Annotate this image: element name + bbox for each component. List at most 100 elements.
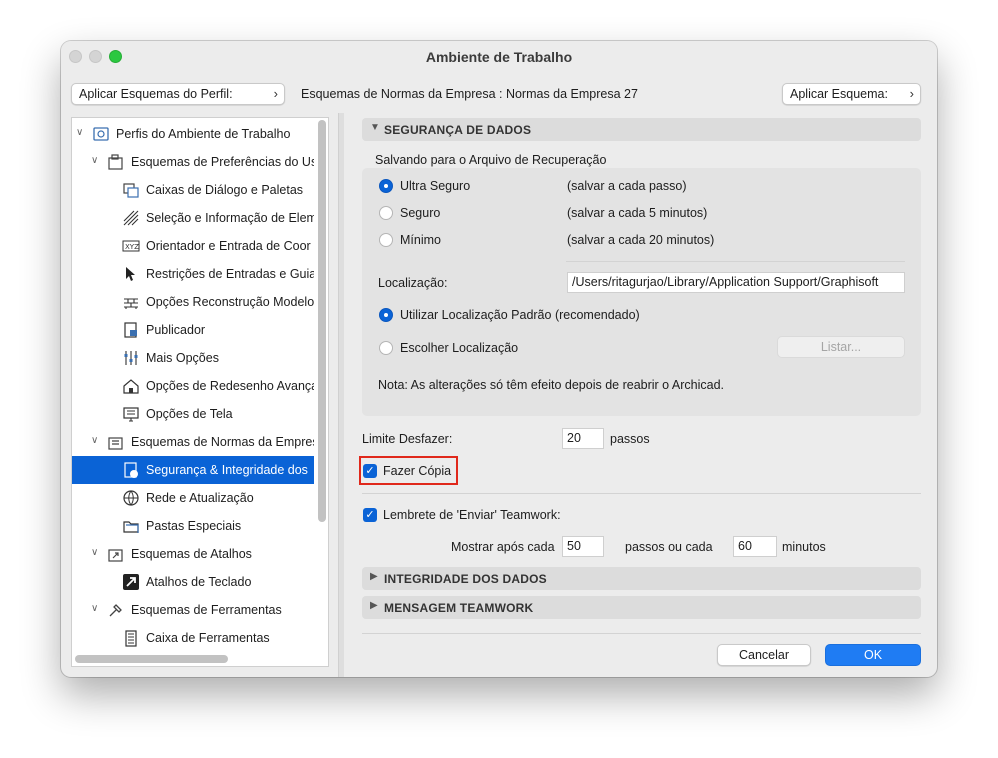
tree-item[interactable]: Publicador	[72, 316, 314, 344]
tree-item-label: Opções de Tela	[146, 407, 233, 421]
browse-button[interactable]: Listar...	[777, 336, 905, 358]
chevron-down-icon[interactable]: ∨	[91, 155, 101, 166]
data-safety-title: SEGURANÇA DE DADOS	[384, 123, 532, 137]
tree-item[interactable]: Segurança & Integridade dos	[72, 456, 314, 484]
tree-item[interactable]: Atalhos de Teclado	[72, 568, 314, 596]
default-location-label: Utilizar Localização Padrão (recomendado…	[400, 308, 640, 322]
cancel-button[interactable]: Cancelar	[717, 644, 811, 666]
tree-item[interactable]: Rede e Atualização	[72, 484, 314, 512]
tree-vertical-scrollbar[interactable]	[318, 120, 326, 522]
tree-item[interactable]: ∨ Perfis do Ambiente de Trabalho	[72, 120, 314, 148]
data-integrity-title: INTEGRIDADE DOS DADOS	[384, 572, 547, 586]
tree-item[interactable]: Caixa de Ferramentas	[72, 624, 314, 652]
teamwork-message-title: MENSAGEM TEAMWORK	[384, 601, 534, 615]
company-schemes-label: Esquemas de Normas da Empresa : Normas d…	[301, 87, 638, 101]
ok-button[interactable]: OK	[825, 644, 921, 666]
location-path-field[interactable]: /Users/ritagurjao/Library/Application Su…	[567, 272, 905, 293]
show-after-label: Mostrar após cada	[451, 540, 555, 554]
title-bar: Ambiente de Trabalho	[61, 41, 937, 73]
selection-icon	[122, 209, 140, 227]
tree-item-label: Esquemas de Preferências do Us	[131, 155, 314, 169]
tree-item-label: Opções de Redesenho Avança	[146, 379, 314, 393]
apply-profile-schemes-button[interactable]: Aplicar Esquemas do Perfil: ›	[71, 83, 285, 105]
choose-location-radio[interactable]	[379, 341, 393, 355]
tree-item[interactable]: ∨ Esquemas de Preferências do Us	[72, 148, 314, 176]
tree-item[interactable]: Seleção e Informação de Elem	[72, 204, 314, 232]
teamwork-message-section-header[interactable]: ▶ MENSAGEM TEAMWORK	[362, 596, 921, 619]
ultra-safe-radio[interactable]	[379, 179, 393, 193]
chevron-down-icon[interactable]: ∨	[76, 127, 86, 138]
tree-item[interactable]: ∨ Esquemas de Ferramentas	[72, 596, 314, 624]
folders-icon	[122, 517, 140, 535]
teamwork-reminder-checkbox[interactable]: ✓	[363, 508, 377, 522]
tree-item-label: Restrições de Entradas e Guia	[146, 267, 314, 281]
chevron-down-icon[interactable]: ∨	[91, 603, 101, 614]
tree-item-label: Esquemas de Normas da Empres	[131, 435, 314, 449]
shortcut-arrow-icon	[122, 573, 140, 591]
make-backup-checkbox[interactable]: ✓	[363, 464, 377, 478]
tree-item-label: Publicador	[146, 323, 206, 337]
tree-item[interactable]: Restrições de Entradas e Guia	[72, 260, 314, 288]
ultra-safe-label: Ultra Seguro	[400, 179, 471, 193]
safe-radio[interactable]	[379, 206, 393, 220]
profile-icon	[92, 125, 110, 143]
tree-item-label: Perfis do Ambiente de Trabalho	[116, 127, 291, 141]
tree-item[interactable]: Opções de Redesenho Avança	[72, 372, 314, 400]
safe-description: (salvar a cada 5 minutos)	[567, 206, 708, 220]
chevron-down-icon[interactable]: ∨	[91, 435, 101, 446]
undo-limit-field[interactable]: 20	[562, 428, 604, 449]
window-title: Ambiente de Trabalho	[425, 49, 573, 65]
teamwork-steps-field[interactable]: 50	[562, 536, 604, 557]
disclosure-collapsed-icon: ▶	[370, 571, 378, 582]
house-icon	[122, 377, 140, 395]
tree-horizontal-scrollbar[interactable]	[75, 655, 228, 663]
teamwork-reminder-label: Lembrete de 'Enviar' Teamwork:	[383, 508, 561, 522]
saving-to-recovery-label: Salvando para o Arquivo de Recuperação	[375, 153, 607, 167]
restart-note: Nota: As alterações só têm efeito depois…	[378, 378, 725, 392]
minimum-radio[interactable]	[379, 233, 393, 247]
choose-location-label: Escolher Localização	[400, 341, 519, 355]
globe-icon	[122, 489, 140, 507]
tree-item-label: Esquemas de Ferramentas	[131, 603, 282, 617]
apply-profile-schemes-label: Aplicar Esquemas do Perfil:	[79, 87, 233, 101]
tree-item[interactable]: XYZ Orientador e Entrada de Coor	[72, 232, 314, 260]
sliders-icon	[122, 349, 140, 367]
safe-label: Seguro	[400, 206, 441, 220]
tree-item-label: Orientador e Entrada de Coor	[146, 239, 311, 253]
disclosure-expanded-icon: ▼	[370, 122, 380, 133]
tree-item[interactable]: ∨ Esquemas de Normas da Empres	[72, 428, 314, 456]
divider	[362, 633, 921, 634]
scheme-tree[interactable]: ∨ Perfis do Ambiente de Trabalho ∨ Esquemas…	[71, 117, 329, 667]
tree-item[interactable]: Mais Opções	[72, 344, 314, 372]
apply-scheme-label: Aplicar Esquema:	[790, 87, 888, 101]
apply-scheme-button[interactable]: Aplicar Esquema: ›	[782, 83, 921, 105]
divider	[566, 261, 905, 262]
default-location-radio[interactable]	[379, 308, 393, 322]
data-safety-section-header[interactable]: ▼ SEGURANÇA DE DADOS	[362, 118, 921, 141]
tree-item[interactable]: Caixas de Diálogo e Paletas	[72, 176, 314, 204]
disclosure-collapsed-icon: ▶	[370, 600, 378, 611]
panel-splitter[interactable]	[338, 113, 344, 677]
minimum-label: Mínimo	[400, 233, 441, 247]
steps-or-label: passos ou cada	[625, 540, 713, 554]
chevron-down-icon[interactable]: ∨	[91, 547, 101, 558]
bricks-icon	[122, 293, 140, 311]
prefs-scheme-icon	[107, 153, 125, 171]
undo-steps-unit: passos	[610, 432, 650, 446]
make-backup-label: Fazer Cópia	[383, 464, 452, 478]
cursor-icon	[122, 265, 140, 283]
divider	[362, 493, 921, 494]
location-label: Localização:	[378, 276, 448, 290]
tree-item[interactable]: Opções de Tela	[72, 400, 314, 428]
data-integrity-section-header[interactable]: ▶ INTEGRIDADE DOS DADOS	[362, 567, 921, 590]
tree-item[interactable]: ∨ Esquemas de Atalhos	[72, 540, 314, 568]
teamwork-minutes-field[interactable]: 60	[733, 536, 777, 557]
workspace-dialog: Ambiente de Trabalho Aplicar Esquemas do…	[61, 41, 937, 677]
chevron-right-icon: ›	[273, 86, 278, 101]
undo-limit-label: Limite Desfazer:	[362, 432, 453, 446]
tree-item[interactable]: Pastas Especiais	[72, 512, 314, 540]
tools-scheme-icon	[107, 601, 125, 619]
tree-item-label: Caixas de Diálogo e Paletas	[146, 183, 304, 197]
tree-item[interactable]: Opções Reconstrução Modelo	[72, 288, 314, 316]
xyz-icon: XYZ	[122, 237, 140, 255]
